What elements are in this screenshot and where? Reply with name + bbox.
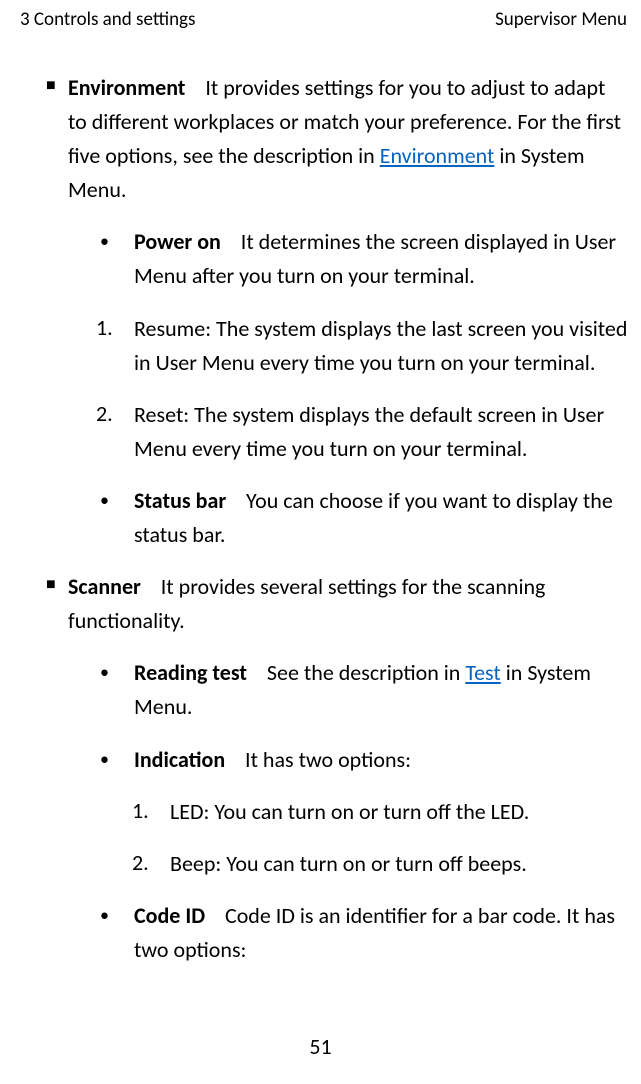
- square-bullet-icon: ■: [18, 570, 68, 638]
- reading-test-title: Reading test: [134, 659, 247, 686]
- page-header: 3 Controls and settings Supervisor Menu: [18, 8, 629, 31]
- led-text: LED: You can turn on or turn off the LED…: [166, 795, 629, 829]
- number-1: 1.: [18, 795, 166, 829]
- status-bar-text: Status bar You can choose if you want to…: [126, 484, 629, 552]
- reset-text: Reset: The system displays the default s…: [126, 398, 629, 466]
- item-reading-test: • Reading test See the description in Te…: [18, 656, 629, 724]
- code-id-title: Code ID: [134, 902, 205, 929]
- scanner-title: Scanner: [68, 573, 141, 600]
- dot-bullet-icon: •: [18, 743, 126, 777]
- reading-test-link[interactable]: Test: [465, 659, 500, 686]
- item-resume: 1. Resume: The system displays the last …: [18, 312, 629, 380]
- page-number: 51: [0, 1033, 641, 1060]
- indication-title: Indication: [134, 746, 225, 773]
- item-power-on: • Power on It determines the screen disp…: [18, 225, 629, 293]
- status-bar-title: Status bar: [134, 487, 226, 514]
- power-on-text: Power on It determines the screen displa…: [126, 225, 629, 293]
- number-1: 1.: [18, 312, 126, 380]
- dot-bullet-icon: •: [18, 225, 126, 293]
- header-right: Supervisor Menu: [495, 8, 627, 31]
- resume-text: Resume: The system displays the last scr…: [126, 312, 629, 380]
- code-id-text: Code ID Code ID is an identifier for a b…: [126, 899, 629, 967]
- dot-bullet-icon: •: [18, 899, 126, 967]
- scanner-text: Scanner It provides several settings for…: [68, 570, 629, 638]
- indication-text: Indication It has two options:: [126, 743, 629, 777]
- indication-desc: It has two options:: [245, 746, 411, 773]
- reading-test-text: Reading test See the description in Test…: [126, 656, 629, 724]
- code-id-desc: Code ID is an identifier for a bar code.…: [134, 902, 615, 963]
- page-content: ■ Environment It provides settings for y…: [18, 71, 629, 967]
- item-status-bar: • Status bar You can choose if you want …: [18, 484, 629, 552]
- page: 3 Controls and settings Supervisor Menu …: [0, 0, 641, 1084]
- number-2: 2.: [18, 847, 166, 881]
- power-on-title: Power on: [134, 228, 221, 255]
- number-2: 2.: [18, 398, 126, 466]
- item-code-id: • Code ID Code ID is an identifier for a…: [18, 899, 629, 967]
- dot-bullet-icon: •: [18, 484, 126, 552]
- item-led: 1. LED: You can turn on or turn off the …: [18, 795, 629, 829]
- environment-title: Environment: [68, 74, 185, 101]
- item-beep: 2. Beep: You can turn on or turn off bee…: [18, 847, 629, 881]
- environment-text: Environment It provides settings for you…: [68, 71, 629, 207]
- section-environment: ■ Environment It provides settings for y…: [18, 71, 629, 207]
- environment-link[interactable]: Environment: [380, 142, 495, 169]
- section-scanner: ■ Scanner It provides several settings f…: [18, 570, 629, 638]
- beep-text: Beep: You can turn on or turn off beeps.: [166, 847, 629, 881]
- header-left: 3 Controls and settings: [20, 8, 195, 31]
- dot-bullet-icon: •: [18, 656, 126, 724]
- reading-test-before: See the description in: [267, 659, 465, 686]
- square-bullet-icon: ■: [18, 71, 68, 207]
- item-reset: 2. Reset: The system displays the defaul…: [18, 398, 629, 466]
- item-indication: • Indication It has two options:: [18, 743, 629, 777]
